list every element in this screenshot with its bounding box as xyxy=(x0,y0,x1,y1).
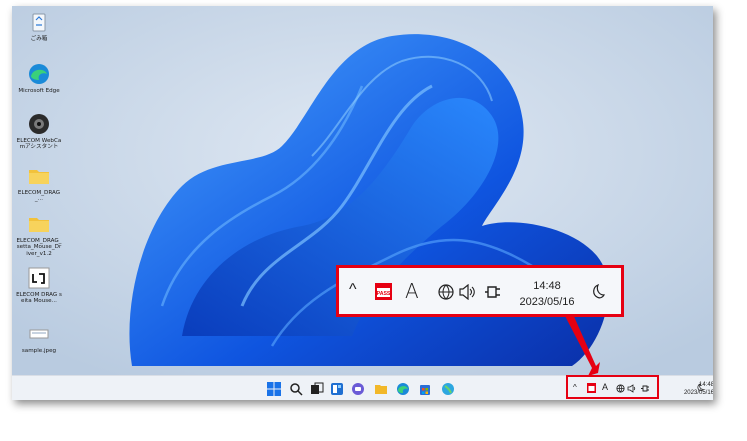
task-view-icon[interactable] xyxy=(310,382,324,396)
desktop-icon-label: ELECOM_DRAG_... xyxy=(17,190,61,203)
desktop-icon-label: Microsoft Edge xyxy=(18,88,60,94)
folder-icon xyxy=(27,212,51,236)
callout-clock[interactable]: 14:48 2023/05/16 xyxy=(511,278,583,310)
file-explorer-icon[interactable] xyxy=(374,382,388,396)
image-file-icon xyxy=(27,322,51,346)
browser-icon[interactable] xyxy=(441,382,455,396)
widgets-icon[interactable] xyxy=(330,382,344,396)
desktop-icon-recycle-bin[interactable]: ごみ箱 xyxy=(16,10,62,42)
desktop-icon-label: ELECOM_DRAG_setta_Mouse_Driver_v1.2 xyxy=(16,238,62,257)
edge-icon[interactable] xyxy=(396,382,410,396)
power-plug-icon[interactable] xyxy=(484,284,504,300)
recycle-bin-icon xyxy=(27,10,51,34)
folder-icon xyxy=(27,164,51,188)
speaker-icon[interactable] xyxy=(459,283,477,301)
chat-icon[interactable] xyxy=(351,382,365,396)
focus-moon-icon[interactable] xyxy=(589,283,605,300)
taskbar-date: 2023/05/16 xyxy=(683,390,713,396)
app-shortcut-icon xyxy=(27,266,51,290)
taskbar-clock[interactable]: 14:48 2023/05/16 xyxy=(674,381,713,397)
overflow-chevron-icon[interactable]: ^ xyxy=(349,281,357,299)
desktop-icon-label: ELECOM DRAG seita Mouse... xyxy=(16,292,62,305)
callout-arrow xyxy=(564,312,600,376)
desktop-icon-label: ELECOM WebCamアシスタント xyxy=(16,138,62,151)
tray-zoom-callout: ^ PASS A 14:48 2023/05/16 xyxy=(336,265,624,317)
taskbar-time: 14:48 xyxy=(698,382,713,388)
store-icon[interactable] xyxy=(418,382,432,396)
callout-date: 2023/05/16 xyxy=(519,296,575,308)
callout-time: 14:48 xyxy=(533,280,561,292)
focus-moon-icon[interactable] xyxy=(695,383,705,393)
search-icon[interactable] xyxy=(289,382,303,396)
desktop-icon-label: sample.jpeg xyxy=(21,348,57,354)
desktop-icon-folder[interactable]: ELECOM_DRAG_setta_Mouse_Driver_v1.2 xyxy=(16,212,62,257)
desktop-icon-label: ごみ箱 xyxy=(30,36,48,42)
ime-mode-icon[interactable]: A xyxy=(405,279,419,303)
network-globe-icon[interactable] xyxy=(437,283,455,301)
desktop-icon-edge[interactable]: Microsoft Edge xyxy=(16,62,62,94)
start-icon[interactable] xyxy=(267,382,281,396)
edge-icon xyxy=(27,62,51,86)
desktop-icon-image[interactable]: sample.jpeg xyxy=(16,322,62,354)
pass-badge-icon[interactable]: PASS xyxy=(375,283,392,300)
desktop-icon-app[interactable]: ELECOM DRAG seita Mouse... xyxy=(16,266,62,305)
desktop-icon-webcam[interactable]: ELECOM WebCamアシスタント xyxy=(16,112,62,151)
pass-badge-text: PASS xyxy=(377,291,391,297)
webcam-icon xyxy=(27,112,51,136)
desktop-icon-folder[interactable]: ELECOM_DRAG_... xyxy=(16,164,62,203)
